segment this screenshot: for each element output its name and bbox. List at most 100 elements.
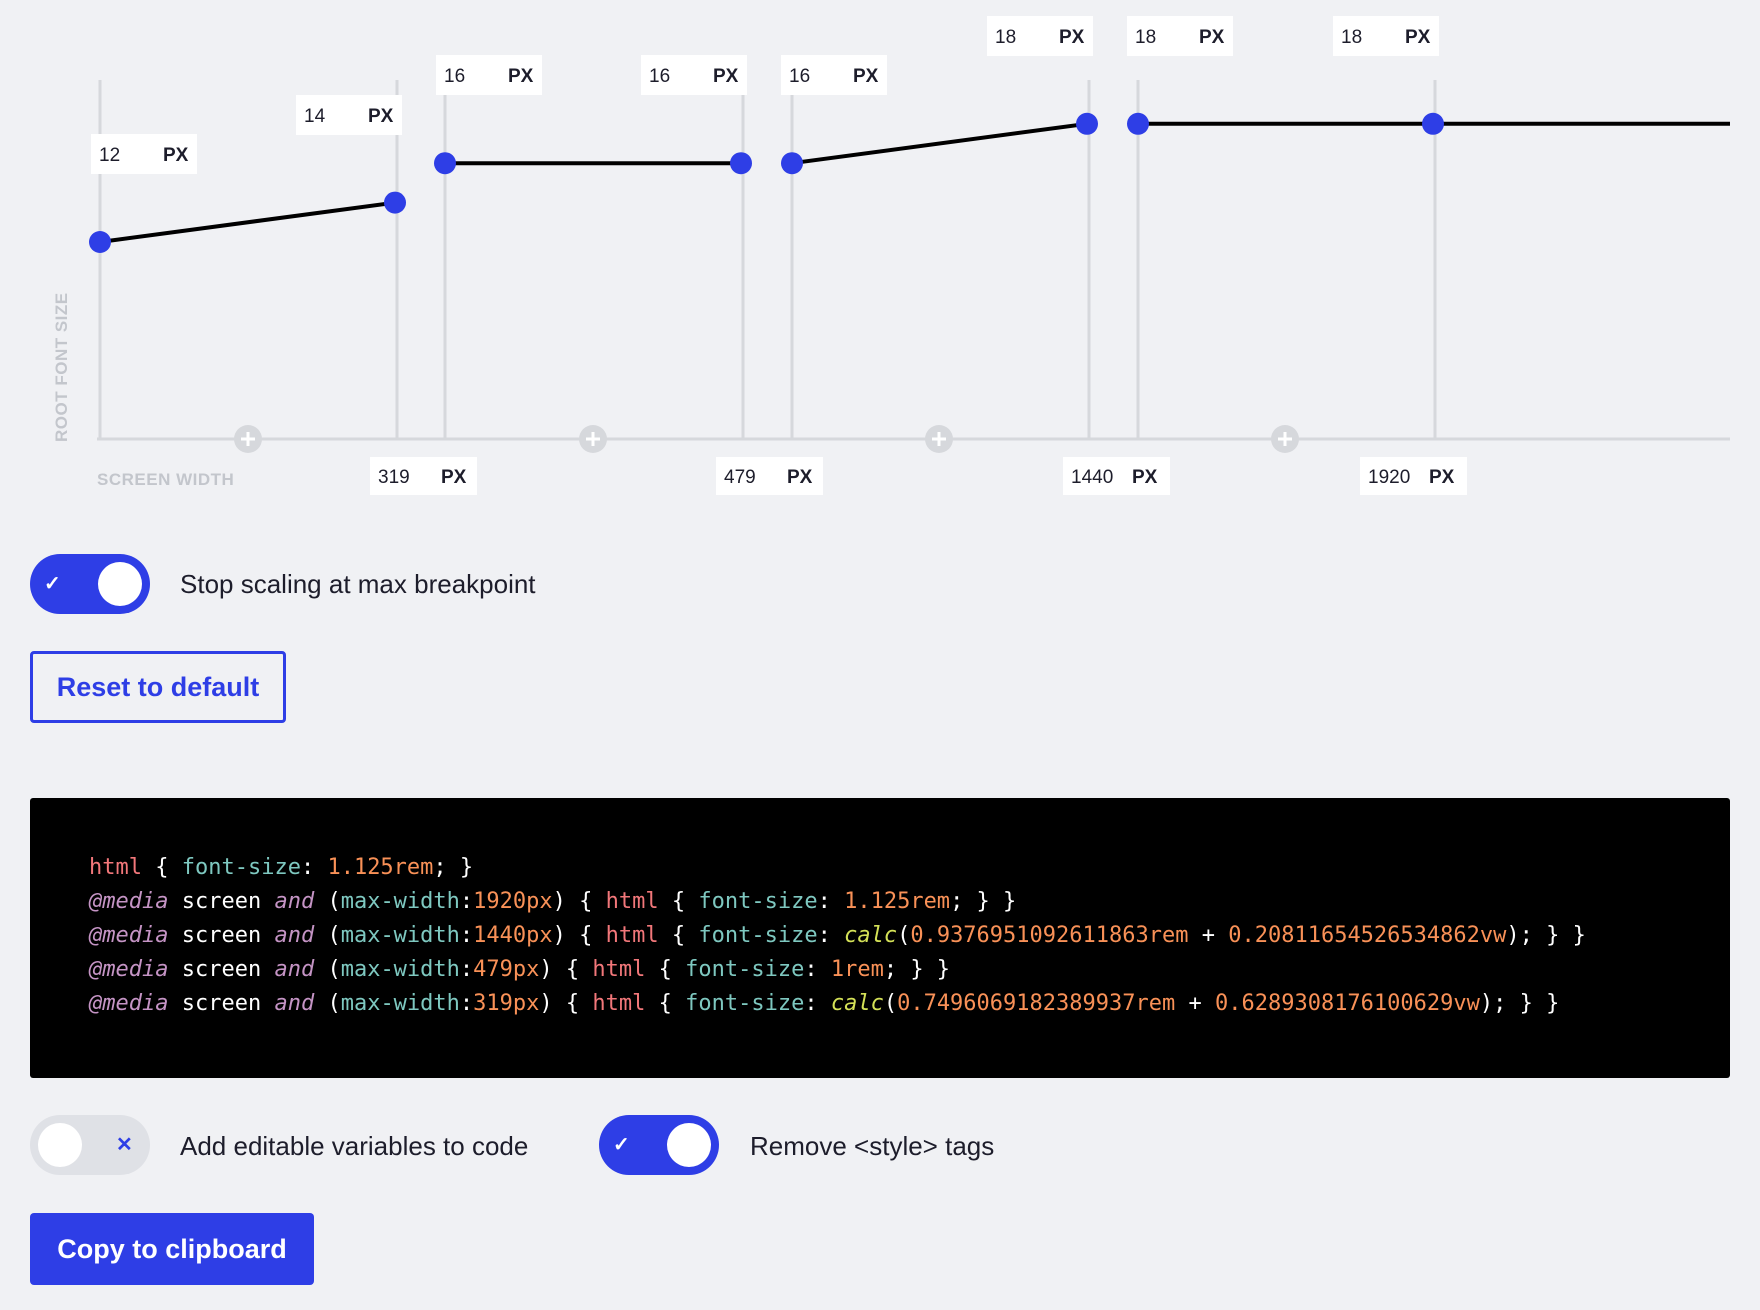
code-token: font-size — [685, 957, 805, 982]
code-token: : — [459, 923, 474, 948]
code-token: 1.125rem — [844, 889, 951, 914]
code-token: font-size — [181, 855, 301, 880]
code-token: ) { — [539, 957, 593, 982]
code-token: font-size — [698, 923, 818, 948]
code-token: { — [658, 889, 699, 914]
font-size-point[interactable] — [384, 191, 406, 214]
remove-style-tags-label: Remove <style> tags — [750, 1131, 995, 1161]
check-icon: ✓ — [44, 573, 61, 595]
font-size-segment — [99, 200, 396, 244]
x-axis-title: SCREEN WIDTH — [97, 470, 234, 489]
code-token: : — [300, 855, 328, 880]
code-token: 1.125rem — [327, 855, 434, 880]
code-token: and — [274, 889, 315, 914]
code-token: screen — [168, 889, 275, 914]
reset-to-default-button[interactable]: Reset to default — [30, 651, 286, 723]
code-token: 0.9376951092611863rem — [910, 923, 1189, 948]
code-token: ( — [883, 991, 898, 1016]
code-token: 0.7496069182389937rem — [897, 991, 1176, 1016]
code-token: 319px — [473, 991, 540, 1016]
breakpoint-width-unit: PX — [441, 467, 467, 488]
breakpoint-width-value: 1440 — [1071, 467, 1113, 488]
font-size-point[interactable] — [434, 152, 456, 175]
code-token: ( — [897, 923, 911, 948]
code-token: : — [459, 889, 474, 914]
point-font-size-unit: PX — [1199, 27, 1225, 48]
breakpoint-width-unit: PX — [1429, 467, 1455, 488]
code-token: html — [89, 855, 142, 880]
stop-scaling-label: Stop scaling at max breakpoint — [180, 569, 536, 599]
font-size-point[interactable] — [1127, 112, 1149, 135]
point-font-size-value: 16 — [444, 66, 465, 87]
code-token: screen — [168, 923, 275, 948]
code-token: : — [804, 957, 831, 982]
code-token: max-width — [340, 889, 460, 914]
font-size-point[interactable] — [781, 152, 803, 175]
code-token: html — [592, 957, 646, 982]
y-axis-title: ROOT FONT SIZE — [52, 292, 71, 442]
breakpoint-width-value: 1920 — [1368, 467, 1410, 488]
code-token: : — [804, 991, 831, 1016]
code-token: ( — [314, 957, 341, 982]
stop-scaling-toggle[interactable]: ✓ — [30, 554, 150, 614]
code-token: 0.6289308176100629vw — [1214, 991, 1480, 1016]
code-token: html — [592, 991, 646, 1016]
code-token: screen — [168, 957, 275, 982]
breakpoint-chart: 12 PX 14 PX 16 PX 16 PX 16 PX 18 PX 18 PX 18 PX 319 PX 479… — [52, 16, 1730, 495]
toggle-knob — [38, 1123, 82, 1167]
remove-style-tags-toggle[interactable]: ✓ — [599, 1115, 719, 1175]
code-token: 479px — [473, 957, 540, 982]
code-line: @media screen and (max-width:479px) { ht… — [89, 953, 1730, 987]
code-token: font-size — [698, 889, 818, 914]
code-token: @media — [89, 923, 169, 948]
editable-variables-toggle[interactable]: ✕ — [30, 1115, 150, 1175]
x-icon: ✕ — [116, 1134, 133, 1156]
code-token: { — [141, 855, 182, 880]
code-token: ( — [314, 923, 341, 948]
code-token: ) { — [539, 991, 593, 1016]
point-font-size-value: 18 — [1341, 27, 1362, 48]
code-token: and — [274, 957, 315, 982]
code-token: + — [1175, 991, 1215, 1016]
point-font-size-value: 12 — [99, 145, 120, 166]
code-token: calc — [844, 923, 898, 948]
code-token: { — [645, 957, 686, 982]
code-token: 1rem — [830, 957, 884, 982]
code-token: and — [274, 923, 315, 948]
code-token: ; } } — [883, 957, 951, 982]
generated-code-block: html { font-size: 1.125rem; } @media scre… — [30, 798, 1730, 1078]
code-token: { — [645, 991, 686, 1016]
code-token: calc — [830, 991, 884, 1016]
code-token: ; } } — [950, 889, 1017, 914]
code-line: @media screen and (max-width:319px) { ht… — [89, 987, 1730, 1021]
point-font-size-value: 14 — [304, 106, 326, 127]
code-token: @media — [89, 991, 169, 1016]
code-token: @media — [89, 957, 169, 982]
point-font-size-unit: PX — [713, 66, 739, 87]
code-token: : — [817, 923, 845, 948]
editable-variables-label: Add editable variables to code — [180, 1131, 529, 1161]
font-size-point[interactable] — [1076, 112, 1098, 135]
font-size-point[interactable] — [730, 152, 752, 175]
code-token: 1920px — [473, 889, 553, 914]
code-token: and — [274, 991, 315, 1016]
code-token: ( — [314, 991, 341, 1016]
point-font-size-value: 18 — [995, 27, 1016, 48]
breakpoint-width-unit: PX — [1132, 467, 1158, 488]
code-token: : — [817, 889, 845, 914]
code-token: { — [658, 923, 699, 948]
code-token: ; } — [433, 855, 474, 880]
font-size-point[interactable] — [89, 231, 111, 253]
font-size-point[interactable] — [1422, 112, 1444, 135]
code-token: ) { — [552, 923, 606, 948]
code-token: @media — [89, 889, 169, 914]
code-token: ( — [314, 889, 341, 914]
toggle-knob — [667, 1123, 711, 1167]
point-font-size-value: 16 — [649, 66, 670, 87]
point-font-size-unit: PX — [853, 66, 879, 87]
point-font-size-value: 16 — [789, 66, 810, 87]
copy-to-clipboard-button[interactable]: Copy to clipboard — [30, 1213, 314, 1285]
code-token: font-size — [685, 991, 805, 1016]
code-token: max-width — [340, 991, 460, 1016]
point-font-size-unit: PX — [1405, 27, 1431, 48]
